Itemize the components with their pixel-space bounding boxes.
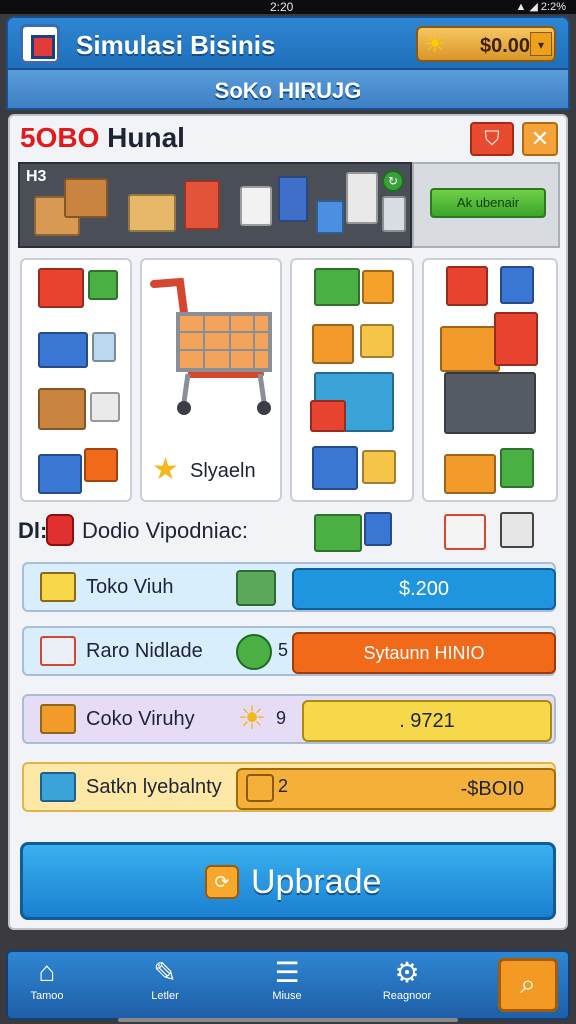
box-icon [346, 172, 378, 224]
upgrade-row[interactable]: Satkn lyebalnty -$BOI0 2 [22, 762, 556, 812]
calendar-icon [40, 772, 76, 802]
upgrade-icon: ⟳ [205, 865, 239, 899]
chevron-down-icon[interactable] [246, 774, 274, 802]
nav-label: Miuse [272, 990, 302, 1002]
search-button[interactable]: ⌕ [498, 958, 558, 1012]
shelf-banner: H3 [18, 162, 412, 248]
store-name-code: 5OBO [20, 122, 100, 153]
box-icon [316, 200, 344, 234]
shelf-action-button[interactable]: Ak ubenair [430, 188, 546, 218]
chevron-down-icon[interactable]: ▾ [530, 32, 552, 56]
nav-label: Tamoo [30, 990, 64, 1002]
sun-icon: ☀ [237, 700, 267, 736]
row-label: Coko Viruhy [86, 708, 195, 730]
status-time: 2:20 [270, 0, 294, 14]
product-card[interactable] [20, 258, 132, 502]
store-icon [40, 636, 76, 666]
box-icon [184, 180, 220, 230]
nav-settings[interactable]: ⚙ Reagnoor [372, 956, 442, 1016]
nav-home[interactable]: ⌂ Tamoo [12, 956, 82, 1016]
row-value-button[interactable]: Sytaunn HINIO [292, 632, 556, 674]
product-card[interactable] [290, 258, 414, 502]
shield-button[interactable]: ⛉ [470, 122, 514, 156]
home-icon: ⌂ [38, 956, 56, 987]
box-icon [382, 196, 406, 232]
upgrade-button[interactable]: ⟳ Upbrade [20, 842, 556, 920]
store-subtitle: SoKo HIRUJG [214, 78, 362, 103]
truck-icon [40, 572, 76, 602]
store-name-text: Hunal [107, 122, 185, 153]
close-icon: ✕ [530, 126, 550, 151]
box-icon [64, 178, 108, 218]
store-name: 5OBO Hunal [20, 122, 185, 154]
row-value-button[interactable]: $.200 [292, 568, 556, 610]
pencil-icon[interactable] [236, 570, 276, 606]
check-icon[interactable] [236, 634, 272, 670]
tag-icon [46, 514, 74, 546]
nav-menu[interactable]: ☰ Miuse [252, 956, 322, 1016]
box-icon [314, 514, 362, 552]
cart-icon [40, 704, 76, 734]
battery-level: 2:2% [540, 1, 566, 13]
gear-icon: ⚙ [394, 957, 420, 988]
row-mid-value: 9 [276, 708, 287, 728]
row-mid-value: 2 [278, 776, 289, 796]
list-icon: ☰ [274, 957, 300, 988]
shelf-heading: H3 [26, 168, 47, 185]
row-value-button[interactable]: . 9721 [302, 700, 552, 742]
coin-balance[interactable]: ☀ $0.00 ▾ [416, 26, 556, 62]
upgrade-row[interactable]: Raro Nidlade 5 Sytaunn HINIO [22, 626, 556, 676]
row-label: Toko Viuh [86, 576, 174, 598]
nav-label: Letler [151, 990, 179, 1002]
device-icon[interactable] [500, 512, 534, 548]
status-icons: ▲ ◢ 2:2% [515, 1, 566, 13]
edit-icon: ✎ [153, 957, 177, 988]
upgrade-row[interactable]: Toko Viuh $.200 [22, 562, 556, 612]
row-label: Raro Nidlade [86, 640, 203, 662]
row-mid-value: 5 [278, 640, 289, 660]
box-icon [278, 176, 308, 222]
section-prefix: Dl: [18, 518, 48, 543]
home-indicator [118, 1018, 458, 1022]
search-icon: ⌕ [520, 968, 536, 999]
upgrade-label: Upbrade [251, 863, 382, 901]
featured-item-label: Slyaeln [190, 460, 256, 482]
upgrade-row[interactable]: Coko Viruhy ☀ 9 . 9721 [22, 694, 556, 744]
box-icon [364, 512, 392, 546]
coin-icon: ☀ [424, 31, 446, 58]
store-subtitle-bar: SoKo HIRUJG [6, 70, 570, 110]
nav-label: Reagnoor [382, 990, 432, 1002]
row-label: Satkn lyebalnty [86, 776, 222, 798]
nav-letter[interactable]: ✎ Letler [130, 956, 200, 1016]
section-title: Dl: [18, 518, 47, 544]
coin-amount: $0.00 [480, 35, 531, 57]
shopping-cart-icon [150, 277, 272, 415]
top-bar: Simulasi Bisinis ☀ $0.00 ▾ [6, 16, 570, 70]
app-logo [20, 24, 60, 64]
box-icon [128, 194, 176, 232]
star-icon: ★ [152, 453, 179, 486]
refresh-badge-icon: ↻ [382, 170, 404, 192]
cart-icon[interactable] [444, 514, 486, 550]
shield-icon: ⛉ [484, 128, 500, 150]
product-card[interactable] [422, 258, 558, 502]
status-bar: 2:20 ▲ ◢ 2:2% [0, 0, 576, 14]
box-icon [240, 186, 272, 226]
app-title: Simulasi Bisinis [76, 30, 276, 60]
section-heading: Dodio Vipodniac: [82, 518, 248, 543]
close-button[interactable]: ✕ [522, 122, 558, 156]
